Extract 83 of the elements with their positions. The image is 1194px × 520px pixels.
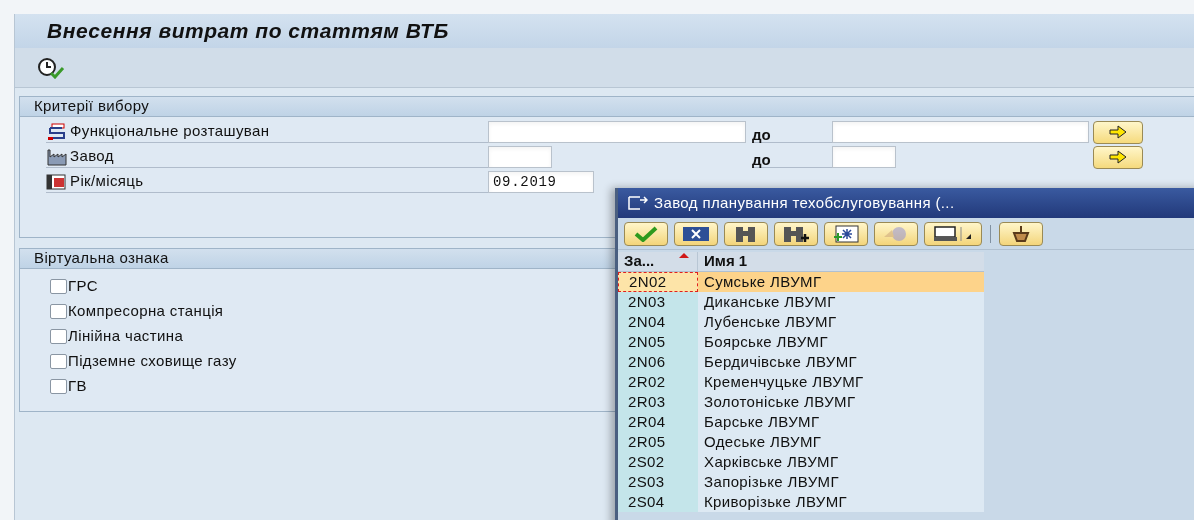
table-cell-text: Запорізьке ЛВУМГ <box>703 471 840 492</box>
multiple-selection-button[interactable] <box>1093 120 1143 144</box>
input-field[interactable] <box>488 146 552 168</box>
table-cell-text: Золотоніське ЛВУМГ <box>703 391 857 412</box>
find-button[interactable] <box>724 221 768 246</box>
new-entry-button[interactable] <box>824 221 868 246</box>
window-title: Внесення витрат по статтям ВТБ <box>47 18 449 45</box>
printer-icon <box>933 224 973 243</box>
list-row[interactable]: 2R04 Барське ЛВУМГ <box>618 412 984 432</box>
print-button[interactable] <box>924 221 982 246</box>
cancel-button[interactable] <box>674 221 718 246</box>
table-cell-text: Одеське ЛВУМГ <box>703 431 823 452</box>
table-cell-text: Бердичівське ЛВУМГ <box>703 351 859 372</box>
table-cell: 2R03 <box>618 392 698 412</box>
checkbox-label: Лінійна частина <box>68 325 184 346</box>
list-row[interactable]: 2S04 Криворізьке ЛВУМГ <box>618 492 984 512</box>
arrow-icon <box>1107 149 1129 165</box>
checkbox-label: Підземне сховище газу <box>68 350 237 371</box>
list-row[interactable]: 2R05 Одеське ЛВУМГ <box>618 432 984 452</box>
list-row[interactable]: 2S02 Харківське ЛВУМГ <box>618 452 984 472</box>
structure-icon <box>46 122 68 141</box>
table-cell: 2N05 <box>618 332 698 352</box>
dialog-icon <box>628 196 648 210</box>
field-label: Завод <box>70 146 114 167</box>
table-cell: 2R04 <box>618 412 698 432</box>
calendar-icon <box>46 172 68 191</box>
close-icon <box>682 225 710 242</box>
list-row[interactable]: 2R02 Кременчуцьке ЛВУМГ <box>618 372 984 392</box>
dialog-title: Завод планування техобслуговування (... <box>654 192 955 213</box>
checkbox[interactable] <box>50 328 67 344</box>
input-field[interactable] <box>832 121 1089 143</box>
list-row[interactable]: 2S03 Запорізьке ЛВУМГ <box>618 472 984 492</box>
field-label: Функціональне розташуван <box>70 121 270 142</box>
checkbox[interactable] <box>50 303 67 319</box>
list-row[interactable]: 2N06 Бердичівське ЛВУМГ <box>618 352 984 372</box>
tool-button[interactable] <box>999 221 1043 246</box>
checkbox[interactable] <box>50 353 67 369</box>
table-cell-text: Барське ЛВУМГ <box>703 411 821 432</box>
table-cell-text: Боярське ЛВУМГ <box>703 331 829 352</box>
table-cell: 2N03 <box>618 292 698 312</box>
list-row[interactable]: 2N03 Диканське ЛВУМГ <box>618 292 984 312</box>
arrow-icon <box>1107 124 1129 140</box>
checkbox-label: Компресорна станція <box>68 300 224 321</box>
help-button[interactable] <box>874 221 918 246</box>
execute-icon[interactable] <box>37 56 67 79</box>
table-cell: 2R05 <box>618 432 698 452</box>
table-cell-text: Лубенське ЛВУМГ <box>703 311 838 332</box>
list-row[interactable]: 2N02 Сумське ЛВУМГ <box>618 272 984 292</box>
field-label: Рік/місяць <box>70 171 144 192</box>
table-cell-text: Диканське ЛВУМГ <box>703 291 837 312</box>
list-row[interactable]: 2R03 Золотоніське ЛВУМГ <box>618 392 984 412</box>
table-cell: 2N06 <box>618 352 698 372</box>
list-row[interactable]: 2N04 Лубенське ЛВУМГ <box>618 312 984 332</box>
checkmark-icon <box>633 225 659 242</box>
checkbox[interactable] <box>50 278 67 294</box>
factory-icon <box>46 147 68 166</box>
section-title: Критерії вибору <box>34 96 150 117</box>
binoculars-plus-icon <box>782 224 810 243</box>
input-field[interactable] <box>488 121 746 143</box>
table-cell: 2N04 <box>618 312 698 332</box>
multiple-selection-button[interactable] <box>1093 145 1143 169</box>
list-row[interactable]: 2N05 Боярське ЛВУМГ <box>618 332 984 352</box>
column-header[interactable]: За... <box>618 252 698 271</box>
checkbox-label: ГВ <box>68 375 87 396</box>
checkbox-label: ГРС <box>68 275 98 296</box>
table-cell-text: Криворізьке ЛВУМГ <box>703 491 849 512</box>
section-title: Віртуальна ознака <box>34 248 169 269</box>
table-cell: 2S03 <box>618 472 698 492</box>
table-cell-text: Сумське ЛВУМГ <box>703 271 823 292</box>
table-cell: 2S04 <box>618 492 698 512</box>
new-entry-icon <box>832 224 860 243</box>
confirm-button[interactable] <box>624 221 668 246</box>
input-field[interactable]: 09.2019 <box>488 171 594 193</box>
table-cell: 2N02 <box>618 272 698 292</box>
sort-icon <box>679 253 689 258</box>
table-cell: 2S02 <box>618 452 698 472</box>
find-next-button[interactable] <box>774 221 818 246</box>
checkbox[interactable] <box>50 378 67 394</box>
column-header[interactable]: Имя 1 <box>698 252 984 271</box>
table-cell: 2R02 <box>618 372 698 392</box>
table-cell-text: Кременчуцьке ЛВУМГ <box>703 371 865 392</box>
input-field[interactable] <box>832 146 896 168</box>
table-cell-text: Харківське ЛВУМГ <box>703 451 840 472</box>
